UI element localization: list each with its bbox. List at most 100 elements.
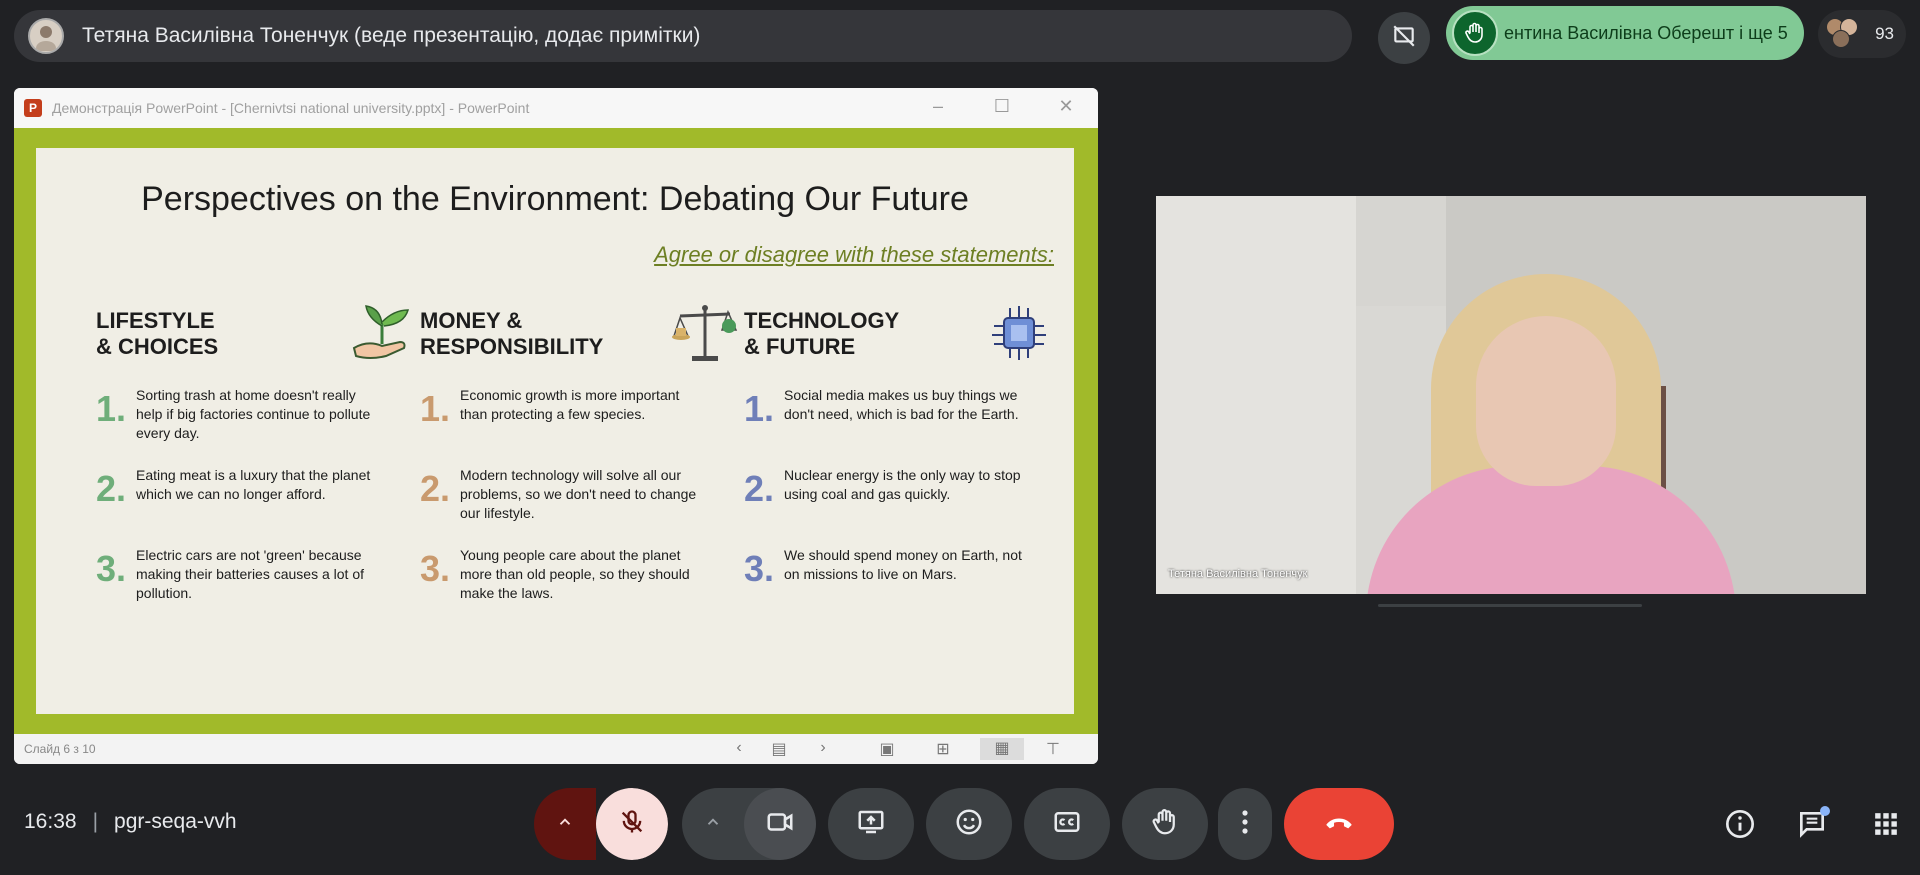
chat-button[interactable] (1792, 806, 1832, 846)
powerpoint-window: P Демонстрація PowerPoint - [Chernivtsi … (14, 88, 1098, 764)
tile-indicator (1378, 604, 1642, 607)
statement-number: 3. (96, 548, 127, 589)
statement-number: 2. (744, 468, 775, 509)
column-technology: TECHNOLOGY & FUTURE 1. Social media make… (744, 306, 1064, 608)
leave-call-button[interactable] (1284, 788, 1394, 860)
slide: Perspectives on the Environment: Debatin… (36, 148, 1074, 714)
participant-avatars (1826, 18, 1860, 50)
statement-number: 1. (420, 388, 451, 429)
participants-button[interactable]: 93 (1818, 10, 1906, 58)
chevron-up-icon (556, 813, 574, 836)
normal-view-icon[interactable]: ▣ (874, 739, 900, 759)
statement: 2. Modern technology will solve all our … (420, 466, 740, 528)
statement-text: Modern technology will solve all our pro… (460, 467, 697, 521)
statement-number: 1. (96, 388, 127, 429)
participant-video-tile[interactable]: Тетяна Василівна Тоненчук (1156, 196, 1866, 594)
camera-icon (765, 807, 795, 842)
statement: 3. We should spend money on Earth, not o… (744, 546, 1064, 608)
presenter-avatar (28, 18, 64, 54)
chip-icon (984, 300, 1054, 366)
participant-name: Тетяна Василівна Тоненчук (1168, 568, 1308, 580)
more-vert-icon (1241, 809, 1249, 840)
participants-count: 93 (1875, 24, 1894, 43)
statement: 1. Economic growth is more important tha… (420, 386, 740, 448)
apps-grid-icon (1873, 811, 1899, 842)
meeting-info: 16:38 | pgr-seqa-vvh (24, 810, 237, 834)
statement-text: Sorting trash at home doesn't really hel… (136, 387, 371, 441)
next-slide-icon[interactable]: › (810, 739, 836, 757)
prev-slide-icon[interactable]: ‹ (726, 739, 752, 757)
presentation-hidden-button[interactable] (1378, 12, 1430, 64)
camera-control (682, 788, 816, 860)
statement: 1. Social media makes us buy things we d… (744, 386, 1064, 448)
raise-hand-button[interactable] (1122, 788, 1208, 860)
statement-number: 2. (96, 468, 127, 509)
chat-unread-badge (1820, 806, 1830, 816)
statement-text: Nuclear energy is the only way to stop u… (784, 467, 1021, 502)
audio-settings-button[interactable] (534, 788, 596, 860)
maximize-icon[interactable]: ☐ (990, 96, 1014, 117)
reading-view-icon[interactable]: ▦ (980, 738, 1024, 760)
statement: 2. Nuclear energy is the only way to sto… (744, 466, 1064, 528)
video-background (1156, 196, 1356, 594)
powerpoint-logo-icon: P (24, 99, 42, 117)
statement: 2. Eating meat is a luxury that the plan… (96, 466, 416, 528)
meeting-code: pgr-seqa-vvh (114, 810, 237, 833)
slide-notes-icon[interactable]: ▤ (766, 739, 792, 759)
camera-toggle-button[interactable] (744, 788, 816, 860)
mic-off-icon (618, 808, 646, 841)
statement-text: Electric cars are not 'green' because ma… (136, 547, 365, 601)
video-settings-button[interactable] (682, 788, 744, 860)
slide-counter: Слайд 6 з 10 (24, 742, 96, 756)
emoji-icon (954, 807, 984, 842)
statement: 3. Electric cars are not 'green' because… (96, 546, 416, 608)
statement-text: Economic growth is more important than p… (460, 387, 680, 422)
column-lifestyle: LIFESTYLE & CHOICES 1. Sorting trash at … (96, 305, 416, 608)
divider: | (92, 810, 99, 833)
statement: 1. Sorting trash at home doesn't really … (96, 386, 416, 448)
more-options-button[interactable] (1218, 788, 1272, 860)
participant-figure (1476, 316, 1616, 486)
ppt-window-title: Демонстрація PowerPoint - [Chernivtsi na… (52, 100, 530, 116)
ppt-titlebar: P Демонстрація PowerPoint - [Chernivtsi … (14, 88, 1098, 128)
statement-text: We should spend money on Earth, not on m… (784, 547, 1022, 582)
statement-text: Young people care about the planet more … (460, 547, 690, 601)
slide-title: Perspectives on the Environment: Debatin… (141, 180, 969, 218)
statement-number: 3. (420, 548, 451, 589)
raised-hands-pill[interactable]: ентина Василівна Оберешт і ще 5 (1446, 6, 1804, 60)
mic-toggle-button[interactable] (596, 788, 668, 860)
scales-icon (670, 300, 740, 366)
meeting-details-button[interactable] (1720, 806, 1760, 846)
captions-button[interactable] (1024, 788, 1110, 860)
slideshow-icon[interactable]: ⊤ (1040, 739, 1066, 759)
activities-button[interactable] (1866, 806, 1906, 846)
statement-number: 1. (744, 388, 775, 429)
statement-number: 2. (420, 468, 451, 509)
present-screen-icon (856, 807, 886, 842)
presenter-text: Тетяна Василівна Тоненчук (веде презента… (82, 24, 701, 47)
raised-hand-icon (1452, 10, 1498, 56)
slide-frame: Perspectives on the Environment: Debatin… (14, 128, 1098, 734)
raised-hands-text: ентина Василівна Оберешт і ще 5 (1504, 22, 1788, 43)
hand-icon (1150, 807, 1180, 842)
no-present-icon (1391, 23, 1417, 54)
statement-number: 3. (744, 548, 775, 589)
reactions-button[interactable] (926, 788, 1012, 860)
phone-hangup-icon (1322, 805, 1356, 844)
mic-control (534, 788, 668, 860)
info-icon (1724, 808, 1756, 845)
minimize-icon[interactable]: – (926, 96, 950, 117)
clock: 16:38 (24, 810, 77, 833)
statement: 3. Young people care about the planet mo… (420, 546, 740, 608)
slide-sorter-icon[interactable]: ⊞ (930, 739, 956, 759)
statement-text: Social media makes us buy things we don'… (784, 387, 1019, 422)
column-money: MONEY & RESPONSIBILITY 1. Economic growt… (420, 305, 740, 608)
chevron-up-icon (704, 813, 722, 836)
presenter-banner: Тетяна Василівна Тоненчук (веде презента… (14, 10, 1352, 62)
close-icon[interactable]: ✕ (1054, 96, 1078, 117)
ppt-statusbar: Слайд 6 з 10 ‹ ▤ › ▣ ⊞ ▦ ⊤ (14, 734, 1098, 764)
statement-text: Eating meat is a luxury that the planet … (136, 467, 371, 502)
plant-hand-icon (346, 300, 416, 366)
present-button[interactable] (828, 788, 914, 860)
captions-icon (1052, 807, 1082, 842)
